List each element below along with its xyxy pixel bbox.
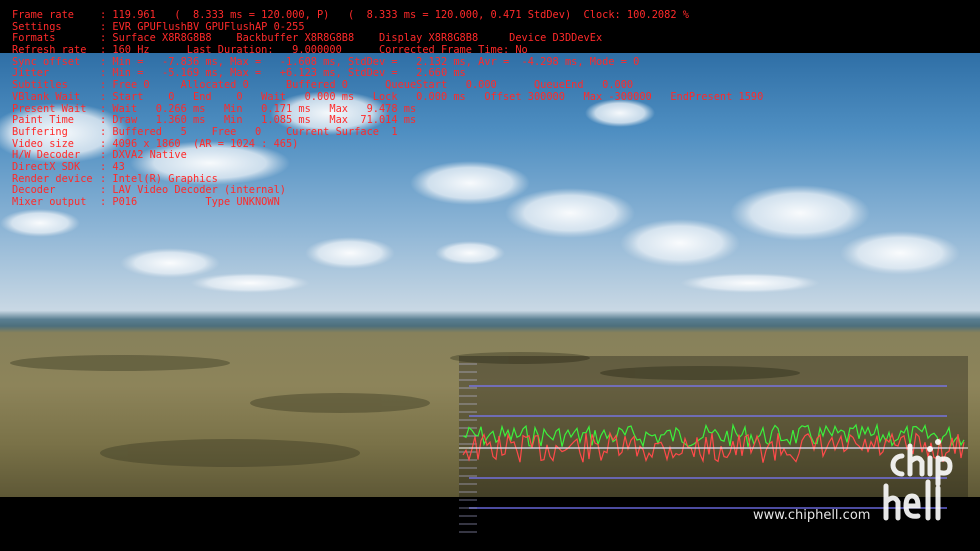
chiphell-logo bbox=[880, 438, 970, 528]
chiphell-logo-icon bbox=[883, 439, 953, 521]
osd-value: : 119.961 ( 8.333 ms = 120.000, P) ( 8.3… bbox=[100, 9, 689, 21]
osd-value: : Buffered 5 Free 0 Current Surface 1 bbox=[100, 125, 398, 138]
osd-key: DirectX SDK bbox=[12, 160, 81, 173]
osd-value: : Wait 0.266 ms Min 0.171 ms Max 9.478 m… bbox=[100, 102, 417, 115]
osd-key: Frame rate bbox=[12, 9, 74, 21]
osd-value: : Start 0 End 0 Wait 0.000 ms Lock 0.000… bbox=[100, 90, 764, 103]
osd-key: Mixer output bbox=[12, 196, 87, 208]
renderer-stats-overlay: Frame rate : 119.961 ( 8.333 ms = 120.000… bbox=[12, 9, 764, 209]
osd-value: : 160 Hz Last Duration: 9.000000 Correct… bbox=[100, 44, 528, 57]
osd-value: : LAV Video Decoder (internal) bbox=[100, 184, 286, 197]
osd-value: : P016 Type UNKNOWN bbox=[100, 196, 280, 208]
osd-value: : Surface X8R8G8B8 Backbuffer X8R8G8B8 D… bbox=[100, 32, 603, 45]
osd-value: : Min = -7.836 ms, Max = -1.608 ms, StdD… bbox=[100, 55, 640, 68]
osd-value: : Draw 1.360 ms Min 1.085 ms Max 71.014 … bbox=[100, 114, 417, 127]
osd-value: : 4096 x 1860 (AR = 1024 : 465) bbox=[100, 137, 299, 150]
osd-value: : Min = -5.169 ms, Max = +6.123 ms, StdD… bbox=[100, 67, 466, 80]
osd-value: : Intel(R) Graphics bbox=[100, 172, 218, 185]
osd-key: Buffering bbox=[12, 125, 68, 138]
watermark-url: www.chiphell.com bbox=[753, 508, 871, 523]
osd-value: : Free 0 Allocated 0 Buffered 0 QueueSta… bbox=[100, 79, 634, 92]
osd-row-mixer-output: Mixer output : P016 Type UNKNOWN bbox=[12, 196, 763, 209]
osd-key: Refresh rate bbox=[12, 44, 87, 57]
osd-value: : EVR GPUFlushBV GPUFlushAP 0-255 bbox=[100, 20, 305, 33]
osd-value: : DXVA2 Native bbox=[100, 149, 187, 162]
osd-value: : 43 bbox=[100, 160, 125, 173]
osd-key: VBlank Wait bbox=[12, 90, 81, 103]
